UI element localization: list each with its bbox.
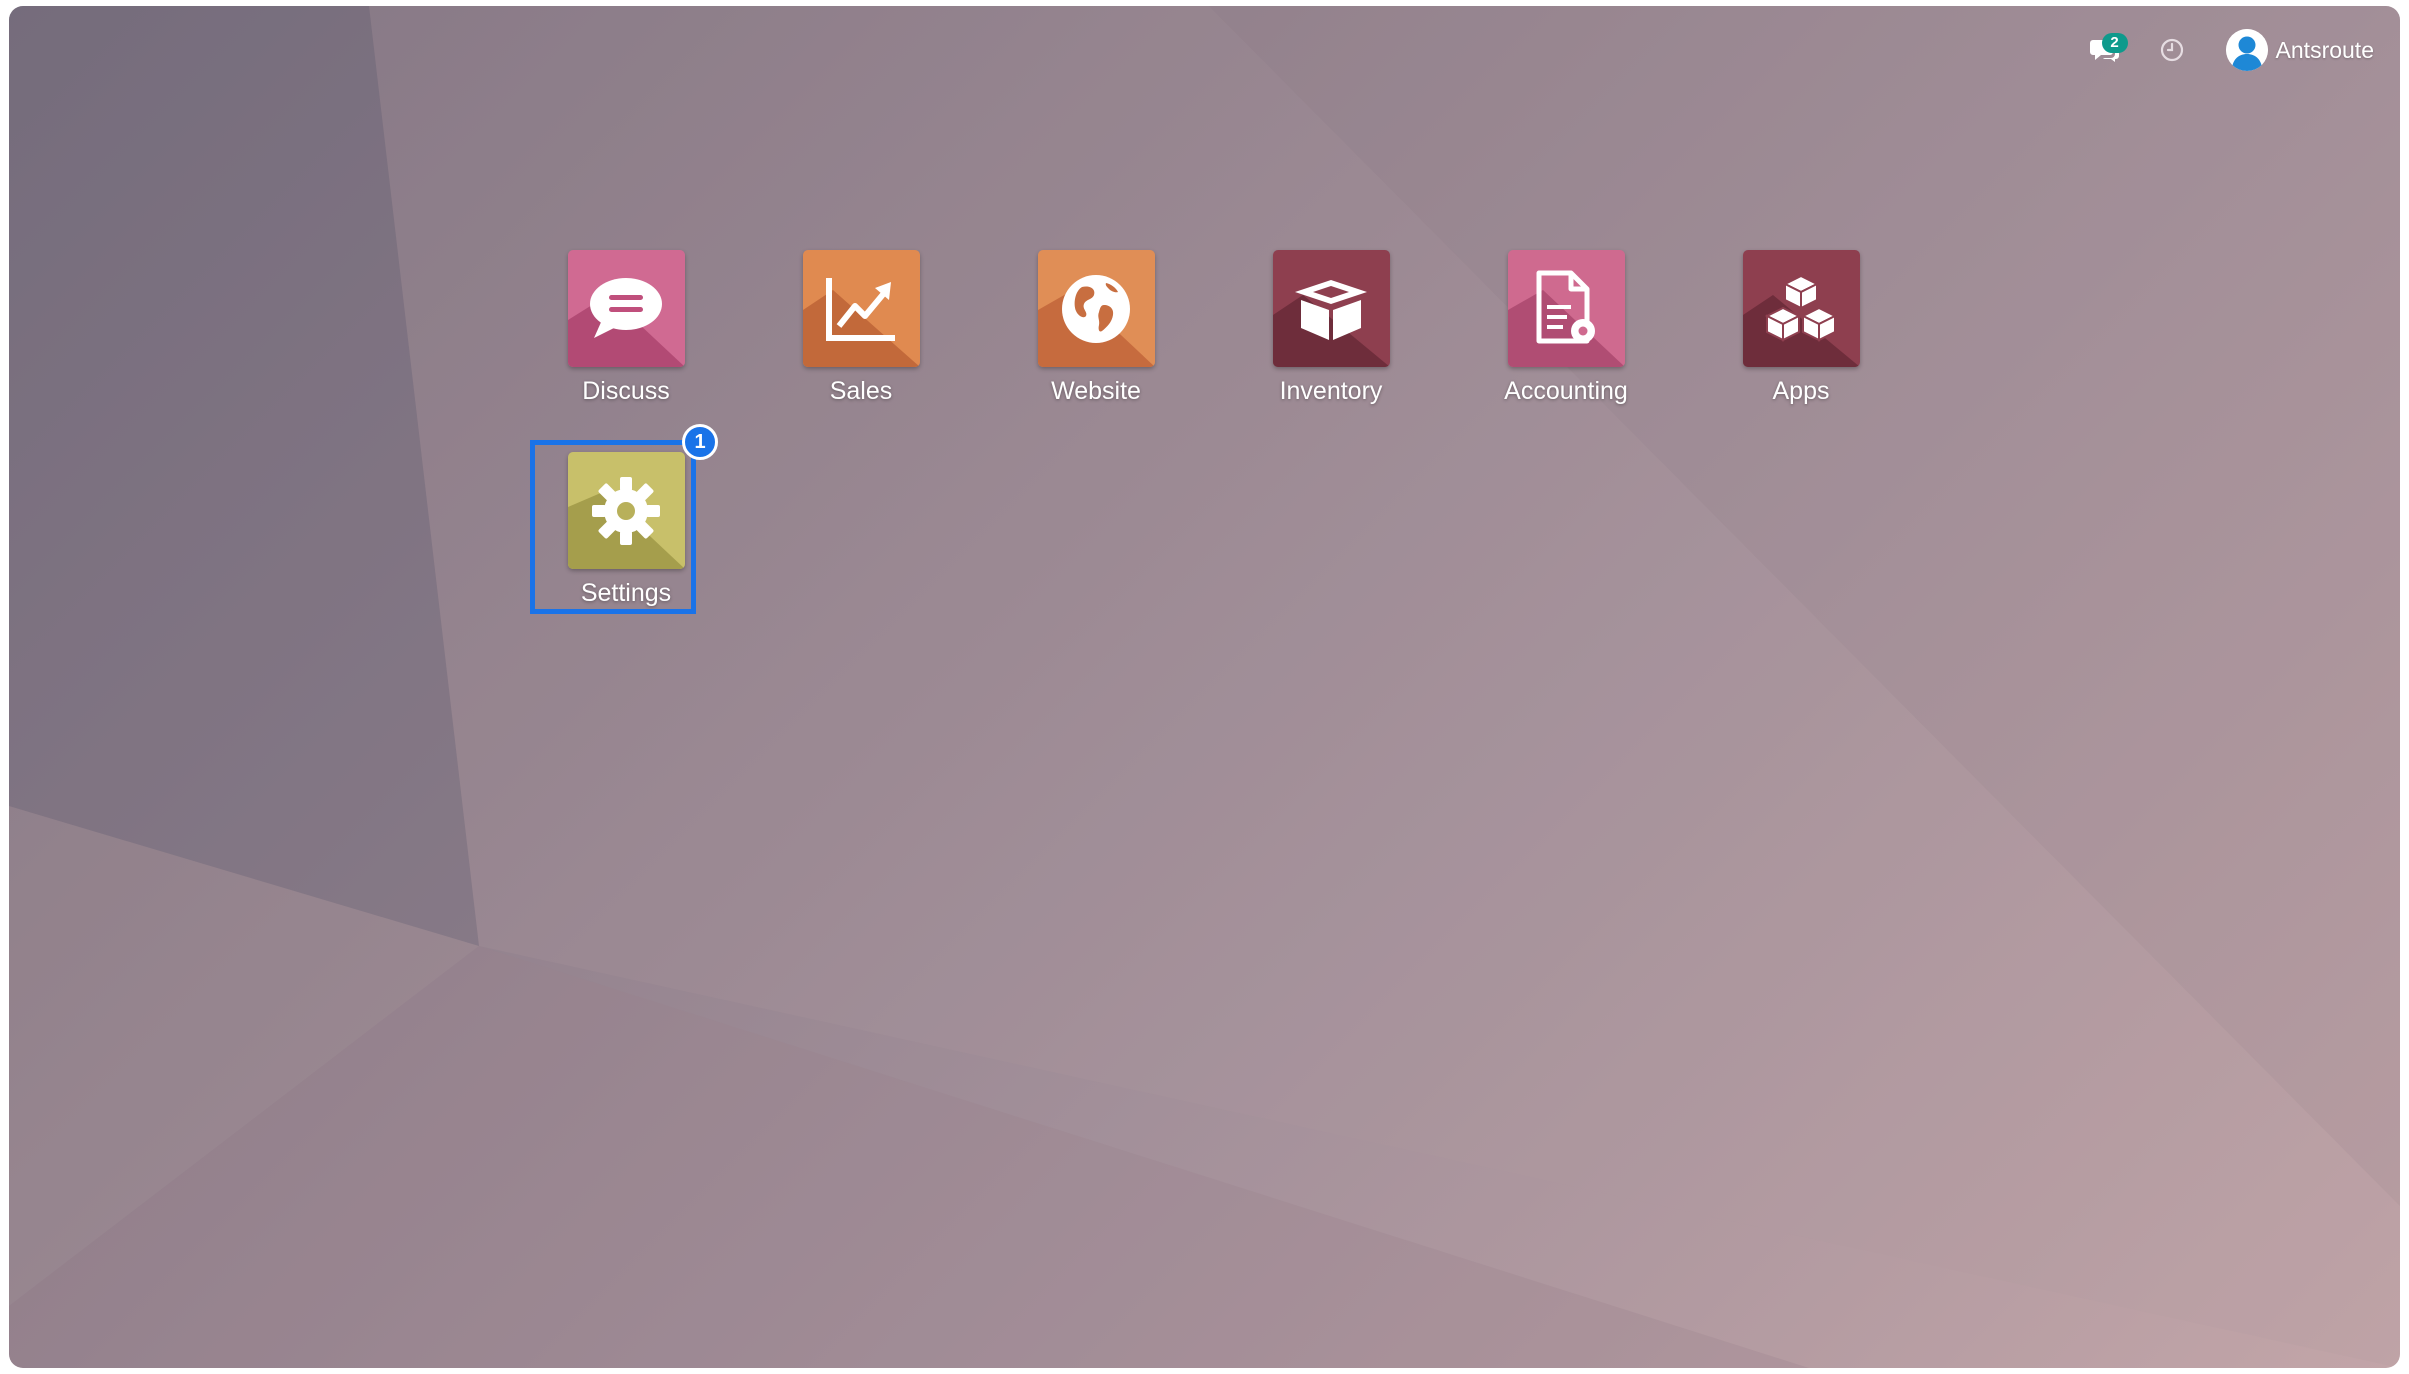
app-website-label: Website bbox=[1051, 377, 1141, 405]
app-accounting[interactable]: Accounting bbox=[1481, 250, 1651, 406]
app-settings-label: Settings bbox=[580, 579, 672, 607]
avatar bbox=[2225, 29, 2268, 71]
clock-icon bbox=[2160, 38, 2183, 62]
app-inventory-tile[interactable] bbox=[1272, 250, 1390, 367]
user-avatar-icon bbox=[2225, 29, 2268, 71]
app-apps-label: Apps bbox=[1772, 377, 1830, 405]
user-menu[interactable]: Antsroute bbox=[2225, 26, 2374, 74]
app-apps-tile[interactable] bbox=[1742, 250, 1860, 367]
app-website-tile[interactable] bbox=[1037, 250, 1155, 367]
app-discuss-tile[interactable] bbox=[567, 250, 685, 367]
highlight-badge: 1 bbox=[682, 424, 718, 460]
gear-icon bbox=[592, 476, 660, 545]
app-settings-tile[interactable] bbox=[567, 452, 685, 569]
app-website[interactable]: Website bbox=[1011, 250, 1181, 406]
app-sales-tile[interactable] bbox=[802, 250, 920, 367]
globe-icon bbox=[1062, 274, 1130, 343]
user-name: Antsroute bbox=[2275, 36, 2374, 63]
chat-bubble-icon bbox=[590, 277, 662, 338]
app-sales-label: Sales bbox=[829, 377, 893, 405]
open-box-icon bbox=[1295, 279, 1367, 340]
systray: 2 Antsroute bbox=[2080, 26, 2374, 74]
app-discuss-label: Discuss bbox=[582, 377, 670, 405]
background-facets bbox=[9, 6, 2400, 1368]
cubes-icon bbox=[1764, 274, 1838, 342]
app-accounting-tile[interactable] bbox=[1507, 250, 1625, 367]
app-apps[interactable]: Apps bbox=[1716, 250, 1886, 406]
app-accounting-label: Accounting bbox=[1504, 377, 1628, 405]
app-settings[interactable]: Settings bbox=[541, 452, 711, 608]
home-menu-screen: 2 Antsroute Discuss Sales Website Invent… bbox=[9, 6, 2400, 1368]
app-inventory[interactable]: Inventory bbox=[1246, 250, 1416, 406]
document-gear-icon bbox=[1536, 270, 1595, 343]
app-discuss[interactable]: Discuss bbox=[541, 250, 711, 406]
messages-button[interactable]: 2 bbox=[2080, 30, 2130, 70]
app-inventory-label: Inventory bbox=[1279, 377, 1383, 405]
trending-chart-icon bbox=[826, 277, 895, 341]
app-sales[interactable]: Sales bbox=[776, 250, 946, 406]
messages-badge: 2 bbox=[2101, 33, 2128, 53]
activity-button[interactable] bbox=[2152, 30, 2192, 70]
